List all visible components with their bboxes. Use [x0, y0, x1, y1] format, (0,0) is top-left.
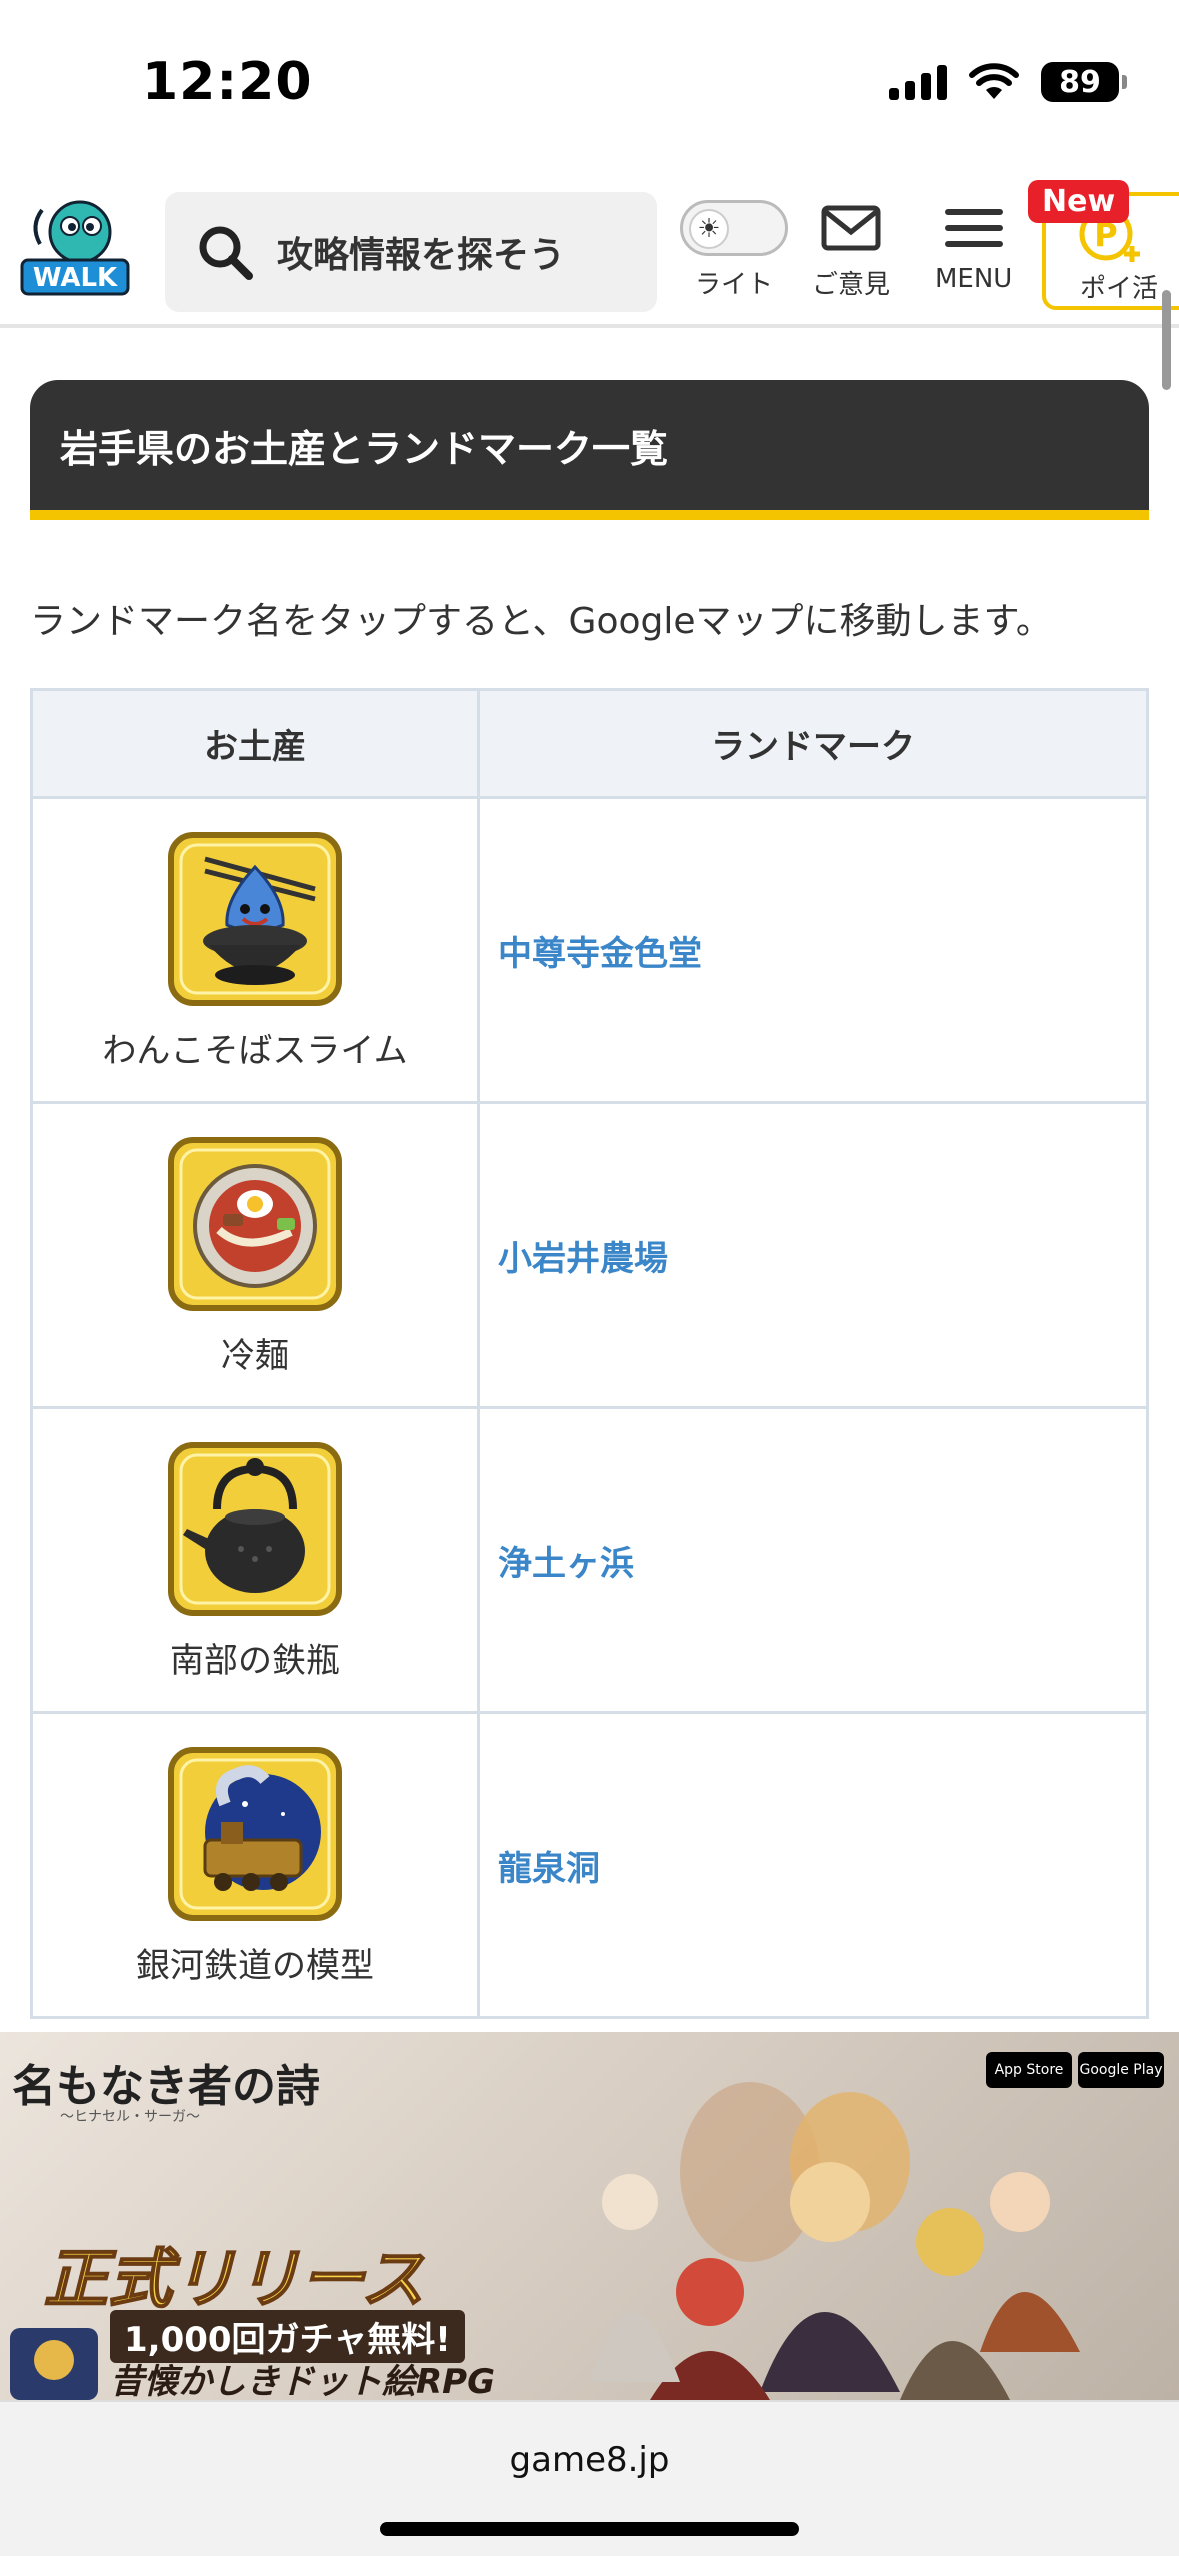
intro-text: ランドマーク名をタップすると、Googleマップに移動します。 — [30, 601, 1052, 642]
cellular-signal-icon — [889, 64, 947, 100]
landmark-cell: 浄土ヶ浜 — [477, 1406, 1149, 1714]
section-heading: 岩手県のお土産とランドマーク一覧 — [30, 380, 1149, 520]
poikatsu-label: ポイ活 — [1080, 274, 1159, 304]
theme-label: ライト — [694, 270, 773, 300]
search-input[interactable]: 攻略情報を探そう — [165, 192, 657, 312]
iron-kettle-icon — [168, 1441, 342, 1616]
feedback-label: ご意見 — [812, 270, 891, 300]
column-header-landmark: ランドマーク — [477, 688, 1149, 799]
landmark-cell: 小岩井農場 — [477, 1101, 1149, 1409]
new-badge: New — [1028, 180, 1130, 223]
status-bar: 12:20 89 — [0, 0, 1179, 170]
table-row: 冷麺 小岩井農場 — [30, 1101, 1149, 1409]
ad-subtitle: 〜ヒナセル・サーガ〜 — [60, 2109, 200, 2125]
search-placeholder: 攻略情報を探そう — [277, 235, 566, 276]
url-text[interactable]: game8.jp — [0, 2440, 1179, 2480]
landmark-link[interactable]: 中尊寺金色堂 — [498, 934, 702, 974]
souvenir-name: 冷麺 — [221, 1335, 289, 1376]
logo-text: WALK — [33, 263, 118, 293]
sun-icon: ☀ — [689, 209, 729, 249]
ad-banner[interactable]: 名もなき者の詩 〜ヒナセル・サーガ〜 App Store Google Play… — [0, 2032, 1179, 2400]
home-indicator[interactable] — [380, 2522, 799, 2536]
souvenir-name: 南部の鉄瓶 — [170, 1640, 340, 1681]
ad-title: 名もなき者の詩 — [12, 2061, 320, 2112]
landmark-cell: 中尊寺金色堂 — [477, 796, 1149, 1104]
souvenir-cell: 南部の鉄瓶 — [30, 1406, 480, 1714]
souvenir-name: わんこそばスライム — [102, 1030, 408, 1071]
mail-icon — [821, 205, 881, 251]
scrollbar[interactable] — [1162, 290, 1171, 390]
status-icons: 89 — [889, 62, 1127, 102]
toggle-switch[interactable]: ☀ — [680, 200, 788, 256]
souvenir-cell: わんこそばスライム — [30, 796, 480, 1104]
status-time: 12:20 — [142, 52, 313, 112]
souvenir-table: お土産 ランドマーク わんこそばスライム 中尊寺金色堂 冷麺 小岩井農場 南部の… — [30, 688, 1149, 2019]
galaxy-train-icon — [168, 1746, 342, 1921]
menu-label: MENU — [935, 264, 1013, 294]
reimen-icon — [168, 1136, 342, 1311]
theme-toggle[interactable]: ☀ ライト — [680, 200, 788, 301]
souvenir-cell: 銀河鉄道の模型 — [30, 1711, 480, 2019]
landmark-cell: 龍泉洞 — [477, 1711, 1149, 2019]
table-row: 南部の鉄瓶 浄土ヶ浜 — [30, 1406, 1149, 1714]
hamburger-icon — [944, 209, 1003, 247]
section-title: 岩手県のお土産とランドマーク一覧 — [60, 426, 669, 471]
ad-release-text: 正式リリース — [43, 2242, 426, 2318]
site-header: WALK 攻略情報を探そう ☀ ライト ご意見 MENU P ポイ活 New — [0, 170, 1179, 328]
battery-icon: 89 — [1041, 62, 1127, 102]
ad-avatar-icon — [10, 2328, 98, 2400]
table-header-row: お土産 ランドマーク — [30, 688, 1149, 799]
landmark-link[interactable]: 小岩井農場 — [498, 1239, 668, 1279]
wifi-icon — [969, 63, 1019, 99]
browser-address-bar[interactable]: game8.jp — [0, 2400, 1179, 2556]
ad-characters-illustration — [590, 2082, 1080, 2400]
menu-button[interactable]: MENU — [935, 200, 1012, 294]
wanko-soba-slime-icon — [168, 831, 342, 1006]
site-logo[interactable]: WALK — [20, 196, 130, 306]
feedback-button[interactable]: ご意見 — [812, 200, 890, 301]
ad-tagline-text: 昔懐かしきドット絵RPG — [110, 2362, 496, 2400]
landmark-link[interactable]: 龍泉洞 — [498, 1849, 600, 1889]
souvenir-name: 銀河鉄道の模型 — [136, 1945, 374, 1986]
table-row: わんこそばスライム 中尊寺金色堂 — [30, 796, 1149, 1104]
table-row: 銀河鉄道の模型 龍泉洞 — [30, 1711, 1149, 2019]
souvenir-cell: 冷麺 — [30, 1101, 480, 1409]
search-icon — [199, 226, 253, 280]
column-header-souvenir: お土産 — [30, 688, 480, 799]
landmark-link[interactable]: 浄土ヶ浜 — [498, 1544, 634, 1584]
